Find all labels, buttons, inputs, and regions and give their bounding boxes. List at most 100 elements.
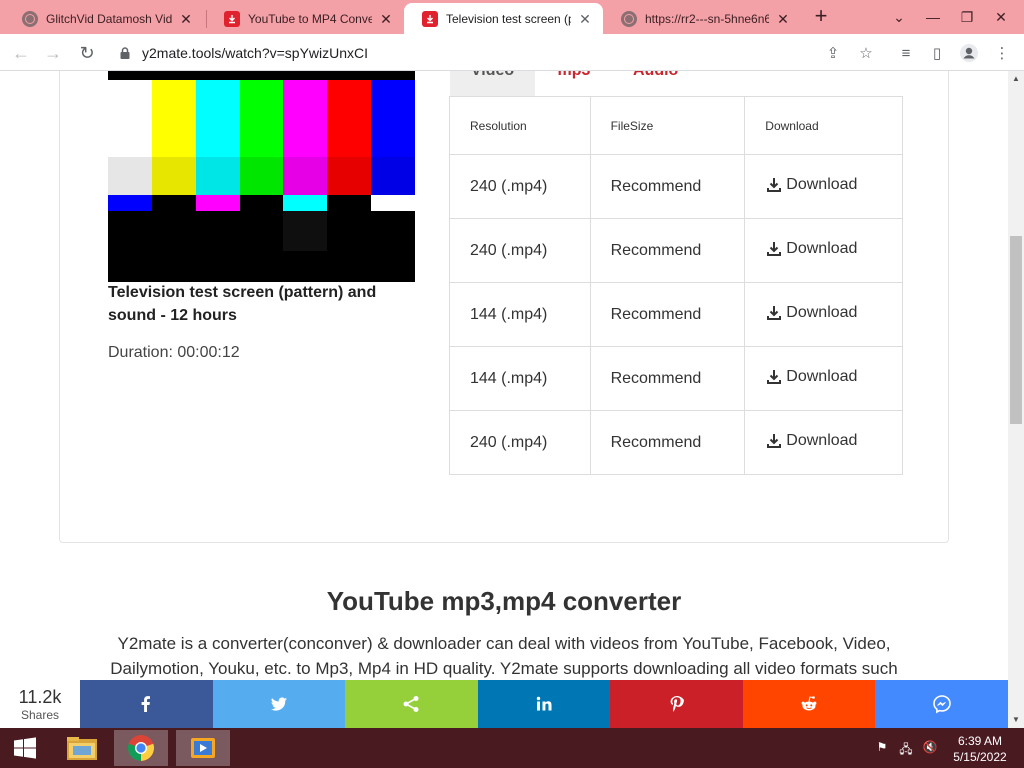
linkedin-share-button[interactable] — [477, 680, 611, 728]
pinterest-icon — [670, 696, 684, 712]
browser-tab[interactable]: https://rr2---sn-5hne6n6 ✕ — [603, 3, 801, 34]
share-icon — [403, 696, 419, 712]
chrome-taskbar-button[interactable] — [114, 730, 168, 766]
download-table: Resolution FileSize Download 240 (.mp4) … — [449, 96, 903, 475]
bookmark-star-icon[interactable]: ☆ — [855, 42, 877, 64]
download-icon — [767, 369, 782, 384]
profile-icon[interactable] — [958, 42, 980, 64]
messenger-share-button[interactable] — [875, 680, 1009, 728]
forward-icon[interactable]: → — [40, 40, 66, 66]
tab-title: YouTube to MP4 Convert — [248, 11, 372, 26]
tab-video[interactable]: Video — [450, 71, 535, 96]
page-viewport: Television test screen (pattern) and sou… — [0, 71, 1008, 728]
media-player-taskbar-button[interactable] — [176, 730, 230, 766]
download-button[interactable]: Download — [766, 368, 857, 386]
close-icon[interactable]: ✕ — [577, 11, 593, 27]
volume-muted-icon[interactable]: 🔇 — [922, 740, 938, 756]
reddit-icon — [801, 696, 817, 711]
page-scrollbar[interactable]: ▲ ▼ — [1008, 71, 1024, 728]
tab-title: Television test screen (pa — [446, 11, 571, 26]
url-text: y2mate.tools/watch?v=spYwizUnxCI — [142, 45, 369, 61]
facebook-share-button[interactable] — [80, 680, 213, 728]
download-button[interactable]: Download — [766, 432, 857, 450]
media-player-icon — [191, 738, 215, 758]
close-icon[interactable]: ✕ — [378, 11, 394, 27]
close-icon[interactable]: ✕ — [178, 11, 194, 27]
download-button[interactable]: Download — [766, 304, 857, 322]
resolution-cell: 240 (.mp4) — [449, 154, 591, 219]
scroll-down-arrow-icon[interactable]: ▼ — [1008, 712, 1024, 728]
download-label: Download — [786, 303, 858, 321]
close-window-icon[interactable]: ✕ — [984, 0, 1018, 34]
folder-icon — [67, 737, 97, 760]
y2mate-icon — [422, 10, 438, 27]
column-header-filesize: FileSize — [589, 96, 746, 155]
column-header-resolution: Resolution — [449, 96, 591, 155]
file-explorer-taskbar-button[interactable] — [55, 730, 109, 766]
browser-tab-active[interactable]: Television test screen (pa ✕ — [404, 3, 603, 34]
share-bar: 11.2k Shares — [0, 680, 1009, 728]
tab-search-icon[interactable]: ⌄ — [882, 0, 916, 34]
section-title: YouTube mp3,mp4 converter — [326, 586, 682, 616]
lock-icon — [120, 47, 130, 59]
download-icon — [767, 305, 782, 320]
filesize-cell: Recommend — [589, 154, 746, 219]
download-button[interactable]: Download — [766, 176, 857, 194]
close-icon[interactable]: ✕ — [775, 11, 791, 27]
action-center-flag-icon[interactable]: ⚑ — [874, 740, 890, 756]
reading-list-icon[interactable]: ≡ — [895, 42, 917, 64]
browser-tab[interactable]: GlitchVid Datamosh Vide ✕ — [4, 3, 204, 34]
download-label: Download — [786, 239, 858, 257]
video-thumbnail[interactable] — [108, 71, 415, 282]
resolution-cell: 144 (.mp4) — [449, 346, 591, 411]
video-duration: Duration: 00:00:12 — [108, 344, 240, 361]
menu-kebab-icon[interactable]: ⋮ — [991, 42, 1013, 64]
share-count: 11.2k Shares — [0, 680, 80, 728]
new-tab-icon[interactable]: + — [810, 5, 832, 28]
twitter-icon — [270, 697, 287, 711]
share-count-label: Shares — [20, 707, 60, 722]
share-page-icon[interactable]: ⇪ — [822, 42, 844, 64]
restore-icon[interactable]: ❐ — [950, 0, 984, 34]
messenger-icon — [932, 695, 951, 714]
twitter-share-button[interactable] — [212, 680, 346, 728]
resolution-cell: 144 (.mp4) — [449, 282, 591, 347]
y2mate-icon — [224, 10, 240, 27]
browser-tab[interactable]: YouTube to MP4 Convert ✕ — [206, 3, 404, 34]
side-panel-icon[interactable]: ▯ — [926, 42, 948, 64]
globe-icon — [621, 10, 637, 27]
table-row: 240 (.mp4) Recommend Download — [449, 154, 903, 219]
pinterest-share-button[interactable] — [610, 680, 743, 728]
tab-title: GlitchVid Datamosh Vide — [46, 11, 172, 26]
tab-strip: GlitchVid Datamosh Vide ✕ YouTube to MP4… — [0, 0, 1024, 34]
system-clock[interactable]: 6:39 AM 5/15/2022 — [944, 733, 1016, 765]
clock-time: 6:39 AM — [957, 734, 1003, 748]
download-button[interactable]: Download — [766, 240, 857, 258]
windows-start-button[interactable] — [0, 728, 50, 768]
download-icon — [767, 177, 782, 192]
table-row: 144 (.mp4) Recommend Download — [449, 282, 903, 347]
back-icon[interactable]: ← — [8, 40, 34, 66]
windows-logo-icon — [14, 737, 36, 759]
scroll-up-arrow-icon[interactable]: ▲ — [1008, 71, 1024, 87]
sharethis-share-button[interactable] — [345, 680, 478, 728]
network-icon[interactable]: 🖧 — [898, 740, 914, 756]
windows-taskbar: ⚑ 🖧 🔇 6:39 AM 5/15/2022 — [0, 728, 1024, 768]
reddit-share-button[interactable] — [742, 680, 876, 728]
share-count-number: 11.2k — [18, 686, 62, 707]
address-bar[interactable]: y2mate.tools/watch?v=spYwizUnxCI — [108, 39, 888, 67]
reload-icon[interactable]: ↻ — [74, 40, 100, 66]
scroll-thumb[interactable] — [1010, 236, 1022, 424]
download-label: Download — [786, 431, 858, 449]
tab-mp3[interactable]: mp3 — [535, 71, 613, 96]
tab-audio[interactable]: Audio — [613, 71, 713, 96]
download-label: Download — [786, 175, 858, 193]
filesize-cell: Recommend — [589, 346, 746, 411]
clock-date: 5/15/2022 — [953, 750, 1007, 764]
format-tabs: Video mp3 Audio — [450, 71, 713, 96]
download-icon — [767, 241, 782, 256]
filesize-cell: Recommend — [589, 218, 746, 283]
chrome-icon — [128, 735, 154, 761]
minimize-icon[interactable]: — — [916, 0, 950, 34]
resolution-cell: 240 (.mp4) — [449, 410, 591, 475]
